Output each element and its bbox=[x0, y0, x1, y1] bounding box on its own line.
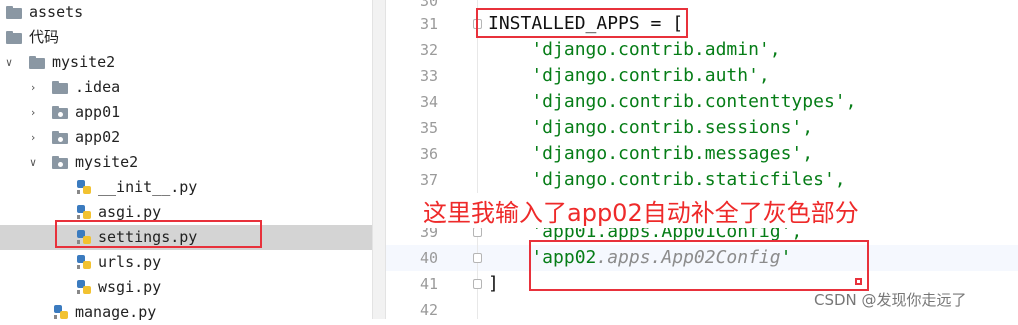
panel-splitter[interactable] bbox=[372, 0, 386, 319]
tree-item-code[interactable]: 代码 bbox=[0, 25, 372, 50]
line-number: 33 bbox=[419, 67, 438, 85]
python-file-icon bbox=[54, 305, 68, 319]
chevron-down-icon[interactable]: ∨ bbox=[4, 50, 14, 75]
fold-marker-icon[interactable] bbox=[473, 227, 482, 237]
tree-item-idea[interactable]: › .idea bbox=[0, 75, 372, 100]
line-number: 37 bbox=[419, 171, 438, 189]
tree-item-label: urls.py bbox=[98, 253, 162, 271]
highlight-box-installed-apps bbox=[476, 8, 688, 38]
line-number: 40 bbox=[419, 249, 438, 267]
folder-icon bbox=[6, 31, 22, 44]
fold-marker-icon[interactable] bbox=[473, 253, 482, 263]
python-file-icon bbox=[77, 280, 91, 294]
tree-item-label: app02 bbox=[75, 128, 121, 146]
code-line-35[interactable]: 'django.contrib.sessions', bbox=[488, 115, 813, 141]
project-tree: assets 代码 ∨ mysite2 › .idea › app01 › ap… bbox=[0, 0, 372, 321]
line-number: 42 bbox=[419, 301, 438, 319]
line-number: 31 bbox=[419, 15, 438, 33]
annotation-text: 这里我输入了app02自动补全了灰色部分 bbox=[421, 193, 861, 228]
line-number: 41 bbox=[419, 275, 438, 293]
tree-item-label: __init__.py bbox=[98, 178, 198, 196]
tree-item-urls-py[interactable]: urls.py bbox=[0, 250, 372, 275]
line-number: 34 bbox=[419, 93, 438, 111]
highlight-box-settings bbox=[55, 220, 262, 248]
code-line-34[interactable]: 'django.contrib.contenttypes', bbox=[488, 89, 856, 115]
tree-item-mysite2-package[interactable]: ∨ mysite2 bbox=[0, 150, 372, 175]
tree-item-label: .idea bbox=[75, 78, 121, 96]
line-number: 32 bbox=[419, 41, 438, 59]
tree-item-label: app01 bbox=[75, 103, 121, 121]
tree-item-app02[interactable]: › app02 bbox=[0, 125, 372, 150]
folder-icon bbox=[52, 81, 68, 94]
tree-item-label: 代码 bbox=[29, 28, 60, 46]
tree-item-mysite2-root[interactable]: ∨ mysite2 bbox=[0, 50, 372, 75]
watermark: CSDN @发现你走远了 bbox=[814, 291, 967, 309]
tree-item-manage-py[interactable]: manage.py bbox=[0, 300, 372, 325]
python-file-icon bbox=[77, 180, 91, 194]
chevron-right-icon[interactable]: › bbox=[28, 75, 38, 100]
tree-item-app01[interactable]: › app01 bbox=[0, 100, 372, 125]
tree-item-label: assets bbox=[29, 3, 84, 21]
folder-icon bbox=[29, 56, 45, 69]
tree-item-init-py[interactable]: __init__.py bbox=[0, 175, 372, 200]
tree-item-label: wsgi.py bbox=[98, 278, 162, 296]
gutter-separator bbox=[477, 0, 478, 319]
tree-item-wsgi-py[interactable]: wsgi.py bbox=[0, 275, 372, 300]
code-line-32[interactable]: 'django.contrib.admin', bbox=[488, 37, 780, 63]
tree-item-label: mysite2 bbox=[75, 153, 139, 171]
line-number: 35 bbox=[419, 119, 438, 137]
package-folder-icon bbox=[52, 131, 68, 144]
code-line-36[interactable]: 'django.contrib.messages', bbox=[488, 141, 813, 167]
code-line-37[interactable]: 'django.contrib.staticfiles', bbox=[488, 167, 845, 193]
highlight-box-app02 bbox=[529, 240, 869, 291]
code-line-33[interactable]: 'django.contrib.auth', bbox=[488, 63, 769, 89]
package-folder-icon bbox=[52, 106, 68, 119]
package-folder-icon bbox=[52, 156, 68, 169]
python-file-icon bbox=[77, 255, 91, 269]
chevron-right-icon[interactable]: › bbox=[28, 125, 38, 150]
chevron-down-icon[interactable]: ∨ bbox=[28, 150, 38, 175]
python-file-icon bbox=[77, 205, 91, 219]
line-number: 36 bbox=[419, 145, 438, 163]
intention-bulb-icon[interactable] bbox=[855, 278, 862, 285]
tree-item-label: manage.py bbox=[75, 303, 157, 321]
fold-marker-icon[interactable] bbox=[473, 279, 482, 289]
tree-item-label: mysite2 bbox=[52, 53, 116, 71]
folder-icon bbox=[6, 6, 22, 19]
code-line-41[interactable]: ] bbox=[488, 271, 499, 297]
tree-item-assets[interactable]: assets bbox=[0, 0, 372, 25]
chevron-right-icon[interactable]: › bbox=[28, 100, 38, 125]
